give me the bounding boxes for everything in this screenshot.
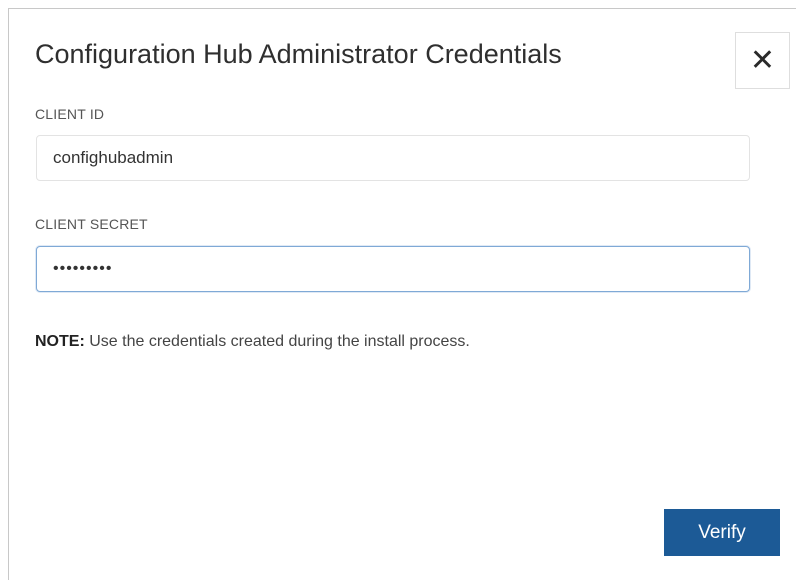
verify-button[interactable]: Verify	[664, 509, 780, 556]
close-button[interactable]: ✕	[735, 32, 790, 89]
install-note: NOTE: Use the credentials created during…	[35, 333, 470, 351]
client-id-label: CLIENT ID	[35, 106, 105, 122]
client-secret-input[interactable]	[36, 246, 750, 292]
note-text: Use the credentials created during the i…	[84, 333, 470, 350]
client-id-input[interactable]	[36, 135, 750, 181]
credentials-dialog: Configuration Hub Administrator Credenti…	[8, 8, 796, 580]
note-prefix: NOTE:	[35, 333, 85, 350]
dialog-title: Configuration Hub Administrator Credenti…	[35, 39, 562, 69]
close-icon: ✕	[749, 44, 776, 77]
client-secret-label: CLIENT SECRET	[35, 216, 148, 232]
